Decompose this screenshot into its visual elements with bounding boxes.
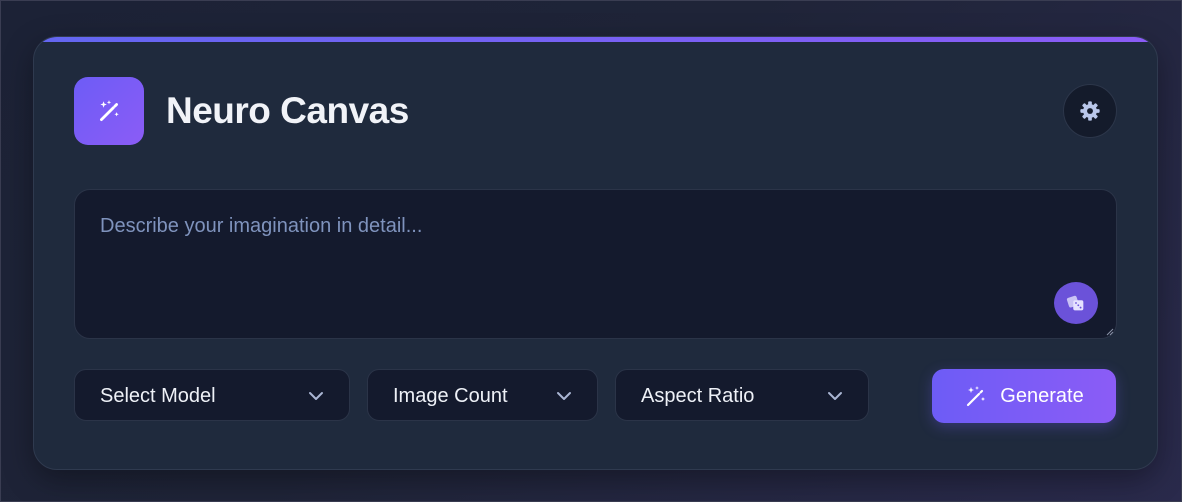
- generator-card: Neuro Canvas Describe your imagination i…: [33, 36, 1158, 470]
- magic-wand-sparkles-icon: [100, 100, 119, 122]
- image-count-select-label: Image Count: [393, 385, 508, 407]
- generate-button[interactable]: Generate: [932, 369, 1116, 423]
- model-select[interactable]: Select Model: [74, 369, 350, 421]
- aspect-ratio-select-label: Aspect Ratio: [641, 385, 755, 407]
- app-title: Neuro Canvas: [166, 90, 409, 131]
- image-count-select[interactable]: Image Count: [367, 369, 598, 421]
- aspect-ratio-select[interactable]: Aspect Ratio: [615, 369, 869, 421]
- chevron-down-icon: [557, 392, 571, 400]
- random-prompt-button[interactable]: [1054, 282, 1098, 324]
- resize-handle-icon[interactable]: [1106, 328, 1114, 336]
- chevron-down-icon: [828, 392, 842, 400]
- app-logo: [74, 77, 144, 145]
- prompt-textarea[interactable]: Describe your imagination in detail...: [74, 189, 1117, 339]
- chevron-down-icon: [309, 392, 323, 400]
- dice-icon: [1066, 295, 1084, 311]
- prompt-placeholder: Describe your imagination in detail...: [100, 215, 423, 237]
- gear-icon: [1080, 101, 1100, 121]
- settings-button[interactable]: [1063, 84, 1117, 138]
- model-select-label: Select Model: [100, 385, 216, 407]
- magic-wand-sparkles-icon: [967, 386, 986, 407]
- top-accent-bar: [34, 37, 1157, 42]
- generate-button-label: Generate: [1000, 384, 1084, 407]
